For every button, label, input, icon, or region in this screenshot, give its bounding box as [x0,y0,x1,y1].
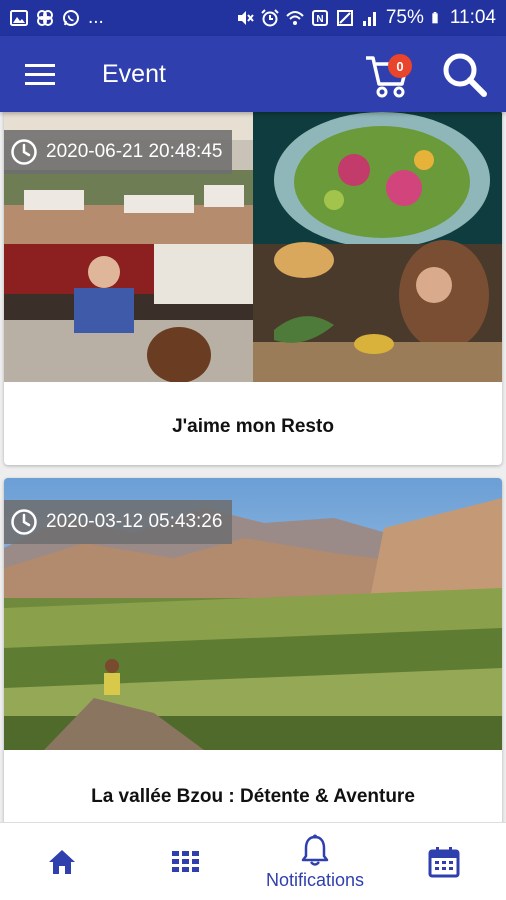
gallery-icon [10,10,28,26]
calendar-icon [428,847,460,878]
page-title: Event [102,59,166,88]
search-button[interactable] [440,50,490,100]
wifi-icon [286,11,304,25]
screenshot-icon [336,10,353,26]
cart-button[interactable]: 0 [362,48,416,100]
nav-notifications[interactable]: Notifications [250,823,380,900]
menu-button[interactable] [10,36,70,112]
svg-text:N: N [316,14,323,25]
home-icon [49,850,75,874]
cart-count-badge: 0 [388,54,412,78]
event-card[interactable]: 2020-03-12 05:43:26 La vallée Bzou : Dét… [4,478,502,822]
clock-icon [11,139,37,165]
clock: 11:04 [449,7,496,28]
event-card[interactable]: 2020-06-21 20:48:45 J'aime mon Resto [4,112,502,465]
mute-icon [237,11,254,25]
status-bar: ... N 75% 11:04 [0,0,506,36]
app-bar: Event 0 [0,36,506,112]
event-date: 2020-03-12 05:43:26 [46,511,223,532]
clock-icon [11,509,37,535]
event-title: J'aime mon Resto [172,416,334,437]
whatsapp-icon [63,10,79,26]
pinwheel-icon [37,10,53,26]
search-icon [443,53,487,97]
alarm-icon [261,9,279,27]
event-title: La vallée Bzou : Détente & Aventure [91,786,415,807]
battery-icon [432,12,438,24]
event-image: 2020-03-12 05:43:26 [4,478,502,750]
event-date-chip: 2020-06-21 20:48:45 [4,130,233,174]
bottom-navigation: Notifications [0,822,506,900]
event-image: 2020-06-21 20:48:45 [4,112,502,382]
nfc-icon: N [311,10,328,26]
grid-icon [172,851,199,872]
nav-home[interactable] [30,823,94,900]
signal-icon [362,12,376,26]
hamburger-icon [25,64,55,85]
nav-calendar[interactable] [412,823,476,900]
battery-percent: 75% [385,7,424,28]
event-list: 2020-06-21 20:48:45 J'aime mon Resto 202… [0,112,506,822]
nav-notifications-label: Notifications [265,869,365,890]
status-ellipsis: ... [88,7,104,28]
event-date: 2020-06-21 20:48:45 [46,141,223,162]
event-date-chip: 2020-03-12 05:43:26 [4,500,233,544]
nav-categories[interactable] [154,823,218,900]
bell-icon [301,834,329,866]
